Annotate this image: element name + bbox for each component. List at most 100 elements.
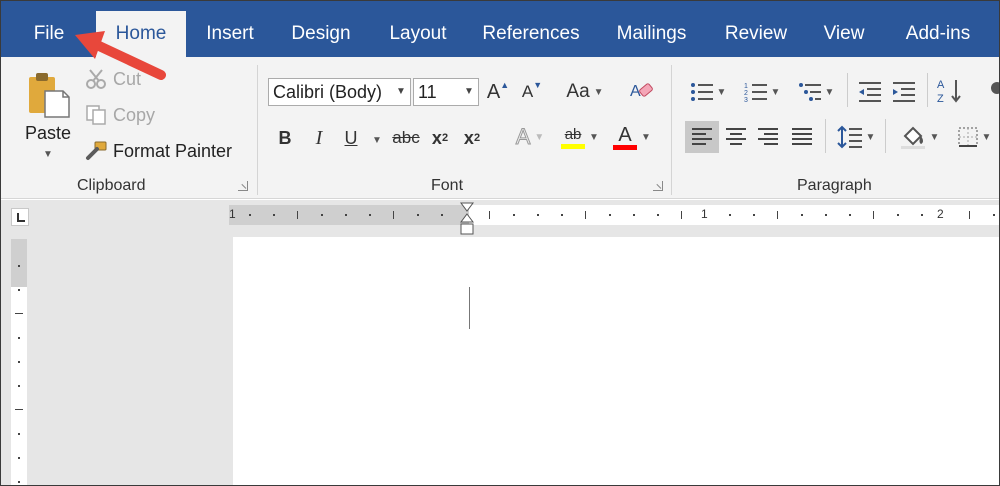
increase-indent-button[interactable]	[889, 77, 919, 107]
clear-formatting-button[interactable]: A	[627, 75, 657, 107]
ruler-tick	[18, 481, 20, 483]
ruler-tick	[561, 214, 563, 216]
text-cursor	[469, 287, 470, 329]
line-spacing-button[interactable]: ▼	[833, 121, 879, 153]
change-case-button[interactable]: Aa ▼	[561, 77, 609, 107]
change-case-icon: Aa	[566, 81, 590, 102]
word-window: File Home Insert Design Layout Reference…	[0, 0, 1000, 486]
justify-button[interactable]	[787, 121, 817, 153]
bold-button[interactable]: B	[273, 123, 297, 153]
ruler-tick	[969, 211, 970, 219]
font-name-value: Calibri (Body)	[273, 82, 383, 102]
paragraph-divider	[885, 119, 886, 153]
clipboard-group-label: Clipboard	[77, 177, 146, 194]
tab-home[interactable]: Home	[96, 11, 186, 57]
bullets-button[interactable]: ▼	[685, 77, 731, 107]
ruler-tick	[585, 211, 586, 219]
font-name-combo[interactable]: Calibri (Body) ▼	[268, 78, 411, 106]
font-color-button[interactable]: A ▼	[609, 119, 655, 155]
ruler-number: 2	[937, 207, 944, 221]
multilevel-list-button[interactable]: ▼	[793, 77, 839, 107]
ruler-tick	[321, 214, 323, 216]
paragraph-divider	[847, 73, 848, 107]
paste-dropdown-icon[interactable]: ▼	[43, 149, 53, 160]
ruler-number: 1	[229, 207, 236, 221]
numbering-button[interactable]: 123 ▼	[739, 77, 785, 107]
ruler-tick	[921, 214, 923, 216]
font-name-dropdown-icon[interactable]: ▼	[392, 79, 410, 105]
copy-button[interactable]: Copy	[113, 105, 155, 126]
underline-button[interactable]: U	[339, 123, 363, 153]
font-group-label: Font	[431, 177, 464, 194]
shading-icon	[900, 126, 925, 149]
decrease-indent-button[interactable]	[855, 77, 885, 107]
underline-dropdown-icon[interactable]: ▼	[372, 135, 382, 146]
ruler-tick	[15, 409, 23, 410]
horizontal-ruler[interactable]: 1 1 2	[229, 205, 999, 225]
ruler-tick	[393, 211, 394, 219]
sort-button[interactable]: AZ	[935, 75, 965, 107]
text-effects-button[interactable]: A ▼	[507, 121, 553, 153]
tab-design[interactable]: Design	[281, 11, 361, 57]
tab-file[interactable]: File	[19, 11, 79, 57]
tab-add-ins[interactable]: Add-ins	[893, 11, 983, 57]
paste-button[interactable]	[23, 69, 75, 119]
center-button[interactable]	[721, 121, 751, 153]
increase-indent-icon	[893, 82, 915, 102]
ruler-tick	[18, 265, 20, 267]
ruler-tick	[873, 211, 874, 219]
group-divider	[257, 65, 258, 195]
ruler-tick	[897, 214, 899, 216]
ruler-tick	[681, 211, 682, 219]
tab-view[interactable]: View	[813, 11, 875, 57]
borders-icon	[957, 127, 978, 147]
strikethrough-button[interactable]: abc	[389, 123, 423, 153]
ruler-tick	[633, 214, 635, 216]
ruler-number: 1	[701, 207, 708, 221]
align-left-button[interactable]	[685, 121, 719, 153]
superscript-button[interactable]: x2	[459, 123, 485, 153]
highlight-button[interactable]: ab ▼	[557, 119, 603, 155]
font-launcher-icon[interactable]	[653, 181, 663, 191]
ribbon-tab-bar: File Home Insert Design Layout Reference…	[1, 1, 999, 57]
font-size-combo[interactable]: 11 ▼	[413, 78, 479, 106]
grow-font-button[interactable]: A ▲	[485, 77, 511, 107]
ruler-tick	[417, 214, 419, 216]
show-formatting-button[interactable]	[983, 77, 999, 107]
font-size-dropdown-icon[interactable]: ▼	[460, 79, 478, 105]
cut-icon	[83, 67, 109, 91]
tab-insert[interactable]: Insert	[196, 11, 264, 57]
paragraph-group-label: Paragraph	[797, 177, 872, 194]
clipboard-launcher-icon[interactable]	[238, 181, 248, 191]
format-painter-button[interactable]: Format Painter	[113, 141, 232, 162]
tab-references[interactable]: References	[476, 11, 586, 57]
shading-button[interactable]: ▼	[895, 121, 943, 153]
tab-layout[interactable]: Layout	[378, 11, 458, 57]
borders-button[interactable]: ▼	[951, 121, 997, 153]
subscript-button[interactable]: x2	[427, 123, 453, 153]
svg-text:3: 3	[744, 97, 748, 103]
ruler-tick	[249, 214, 251, 216]
align-right-button[interactable]	[753, 121, 783, 153]
italic-button[interactable]: I	[307, 123, 331, 153]
superscript-icon: x	[463, 127, 474, 148]
font-color-icon: A	[613, 125, 638, 150]
tab-mailings[interactable]: Mailings	[604, 11, 699, 57]
document-page[interactable]	[233, 237, 999, 485]
format-painter-icon	[83, 139, 109, 163]
tab-review[interactable]: Review	[716, 11, 796, 57]
ruler-tick	[657, 214, 659, 216]
paste-label[interactable]: Paste	[25, 123, 71, 144]
home-ribbon: Paste ▼ Cut Copy Format Painter Clipboar…	[1, 57, 999, 199]
tab-selector-icon[interactable]	[11, 208, 29, 226]
show-formatting-icon	[991, 82, 999, 94]
bullets-icon	[690, 83, 713, 101]
shrink-font-button[interactable]: A ▼	[519, 77, 545, 107]
ruler-tick	[441, 214, 443, 216]
cut-button[interactable]: Cut	[113, 69, 141, 90]
vertical-ruler-margin	[11, 239, 27, 287]
ruler-tick	[537, 214, 539, 216]
vertical-ruler[interactable]	[11, 239, 27, 485]
indent-marker-icon[interactable]	[460, 202, 474, 238]
ruler-tick	[369, 214, 371, 216]
